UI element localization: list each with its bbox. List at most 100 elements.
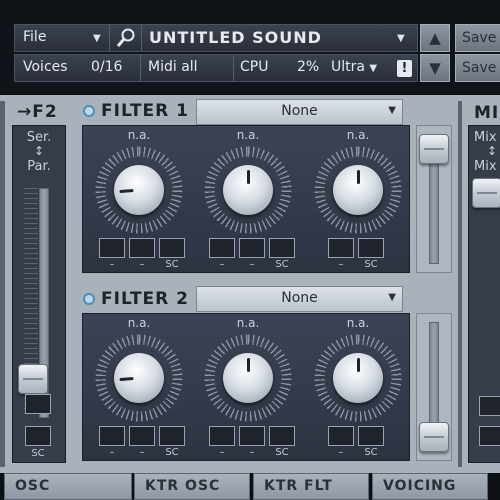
- mod-slot-box[interactable]: [269, 426, 295, 446]
- mod-slot-label: SC: [275, 447, 289, 458]
- top-bar: File ▼ UNTITLED SOUND ▼ Voices 0/16 Midi…: [0, 0, 500, 94]
- routing-slider-handle[interactable]: [18, 364, 48, 394]
- section-divider: [458, 101, 462, 467]
- tab-ktr-osc[interactable]: KTR OSC: [134, 473, 250, 500]
- save-as-button[interactable]: Save: [455, 54, 500, 82]
- sound-name[interactable]: UNTITLED SOUND: [149, 28, 322, 47]
- mix-box[interactable]: [479, 426, 500, 446]
- mix-box[interactable]: [479, 396, 500, 416]
- filter2-title: FILTER 2: [101, 289, 190, 309]
- filter1-level-slider: [416, 125, 452, 273]
- mod-slot-label: SC: [275, 259, 289, 270]
- knob-indicator: [357, 358, 360, 372]
- mod-slot-box[interactable]: [159, 426, 185, 446]
- knob-label: n.a.: [236, 128, 260, 142]
- filter2-level-handle[interactable]: [419, 422, 449, 453]
- tab-ktr-flt[interactable]: KTR FLT: [253, 473, 369, 500]
- filter1-type-caret-icon: ▼: [388, 105, 396, 116]
- mod-slot-box[interactable]: [129, 426, 155, 446]
- knob-indicator: [357, 170, 360, 184]
- knob-indicator: [247, 358, 250, 372]
- file-menu[interactable]: File: [23, 29, 46, 45]
- filter1-enable-led[interactable]: [83, 105, 95, 117]
- filter1-level-handle[interactable]: [419, 133, 449, 164]
- mod-slot-box[interactable]: [358, 426, 384, 446]
- filter1-title: FILTER 1: [101, 101, 190, 121]
- filter-knob[interactable]: [114, 165, 164, 215]
- filter1-type-value: None: [281, 103, 318, 119]
- status-row: Voices 0/16 Midi all CPU 2% Ultra ▼ !: [14, 54, 418, 82]
- mod-slot-box[interactable]: [209, 426, 235, 446]
- knob-indicator: [119, 188, 134, 194]
- filter2-type-value: None: [281, 290, 318, 306]
- divider: [140, 55, 141, 81]
- mod-slot-box[interactable]: [239, 238, 265, 258]
- quality-caret-icon: ▼: [369, 63, 378, 74]
- mod-slot-box[interactable]: [328, 238, 354, 258]
- mod-slot-box[interactable]: [328, 426, 354, 446]
- filter-knob[interactable]: [223, 353, 273, 403]
- knob-label: n.a.: [236, 316, 260, 330]
- tab-voicing[interactable]: VOICING: [372, 473, 488, 500]
- knob-label: n.a.: [346, 128, 370, 142]
- mod-slot-label: –: [219, 447, 225, 458]
- left-edge: [0, 101, 5, 467]
- mod-slot-label: SC: [165, 259, 179, 270]
- filter2-enable-led[interactable]: [83, 293, 95, 305]
- save-button[interactable]: Save: [455, 24, 500, 52]
- quality-label: Ultra: [331, 59, 365, 75]
- mod-slot-box[interactable]: [239, 426, 265, 446]
- mod-slot-box[interactable]: [99, 238, 125, 258]
- midi-channel-select[interactable]: Midi all: [148, 59, 198, 75]
- mod-slot-box[interactable]: [159, 238, 185, 258]
- filter2-type-select[interactable]: None ▼: [196, 286, 403, 312]
- knob-label: n.a.: [346, 316, 370, 330]
- quality-select[interactable]: Ultra ▼: [331, 59, 377, 75]
- filter-knob[interactable]: [223, 165, 273, 215]
- divider: [141, 25, 142, 51]
- knob-label: n.a.: [127, 128, 151, 142]
- tab-osc[interactable]: OSC: [4, 473, 132, 500]
- filter-knob[interactable]: [114, 353, 164, 403]
- serial-label: Ser.: [26, 130, 52, 145]
- mix-arrow-icon: ↕: [487, 144, 498, 158]
- parallel-label: Par.: [27, 159, 51, 174]
- mod-slot-box[interactable]: [209, 238, 235, 258]
- mix-top-label: Mix: [474, 130, 497, 145]
- mod-slot-label: SC: [165, 447, 179, 458]
- f2-routing-title: →F2: [17, 102, 58, 122]
- mod-slot-label: –: [338, 447, 344, 458]
- mod-slot-box[interactable]: [358, 238, 384, 258]
- mod-slot-label: –: [219, 259, 225, 270]
- cpu-value: 2%: [297, 59, 320, 75]
- mod-slot-box[interactable]: [129, 238, 155, 258]
- filter-section: →F2 Ser. ↕ Par. SC FILTER 1 None ▼ n.a. n…: [0, 95, 500, 473]
- sound-menu-caret-icon[interactable]: ▼: [397, 33, 405, 44]
- mod-slot-label: –: [139, 447, 145, 458]
- mod-slot-box[interactable]: [99, 426, 125, 446]
- sidechain-box[interactable]: [25, 426, 51, 446]
- filter1-type-select[interactable]: None ▼: [196, 99, 403, 125]
- warning-icon[interactable]: !: [397, 60, 412, 77]
- routing-arrow-icon: ↕: [33, 144, 45, 158]
- filter-knob[interactable]: [333, 353, 383, 403]
- sidechain-box[interactable]: [25, 394, 51, 414]
- preset-row: File ▼ UNTITLED SOUND ▼: [14, 24, 418, 52]
- mod-slot-label: SC: [364, 259, 378, 270]
- sidechain-label: SC: [31, 448, 45, 459]
- knob-indicator: [119, 376, 134, 382]
- mod-slot-label: –: [338, 259, 344, 270]
- filter2-level-slider: [416, 313, 452, 461]
- mod-slot-label: –: [109, 259, 115, 270]
- mod-slot-box[interactable]: [269, 238, 295, 258]
- mix-panel: Mix ↕ Mix: [468, 125, 500, 463]
- preset-down-button[interactable]: ▼: [420, 54, 450, 82]
- filter2-panel: n.a. n.a. n.a. – – SC – – SC – SC: [82, 313, 410, 461]
- preset-up-button[interactable]: ▲: [420, 24, 450, 52]
- file-menu-caret-icon[interactable]: ▼: [93, 33, 101, 44]
- mod-slot-label: –: [249, 259, 255, 270]
- filter-knob[interactable]: [333, 165, 383, 215]
- mod-slot-label: –: [109, 447, 115, 458]
- search-icon[interactable]: [115, 27, 137, 49]
- mix-slider-handle[interactable]: [472, 178, 500, 208]
